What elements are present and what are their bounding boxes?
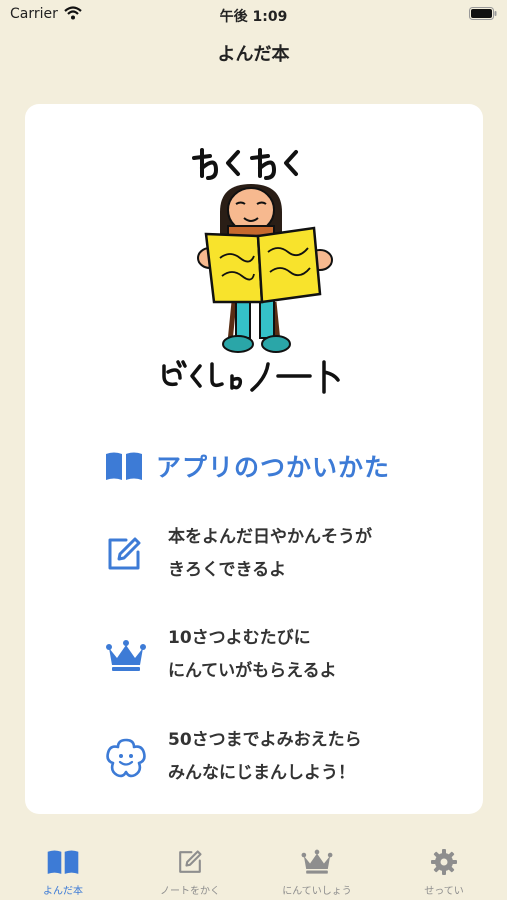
edit-note-icon (179, 850, 202, 873)
tab-label: せってい (424, 886, 464, 897)
tab-certificate[interactable]: にんていしょう (254, 848, 380, 897)
tab-label: ノートをかく (160, 886, 220, 897)
feature-line: 10さつよむたびに (168, 628, 311, 648)
smiling-flower-icon (106, 738, 146, 778)
tab-label: にんていしょう (282, 886, 352, 897)
tab-label: よんだ本 (43, 886, 83, 897)
page-title: よんだ本 (217, 44, 290, 65)
tab-bar: よんだ本 ノートをかく にんていしょう せってい (0, 838, 507, 900)
status-bar: Carrier 午後 1:09 (0, 0, 507, 30)
feature-item-record: 本をよんだ日やかんそうが きろくできるよ (168, 521, 372, 587)
feature-line: みんなにじまんしよう！ (168, 763, 355, 783)
logo-book (204, 232, 264, 304)
crown-icon (301, 849, 333, 874)
tab-settings[interactable]: せってい (381, 848, 507, 897)
howto-title: アプリのつかいかた (156, 453, 391, 482)
tab-write-note[interactable]: ノートをかく (127, 848, 253, 897)
tab-read-books[interactable]: よんだ本 (0, 848, 126, 897)
feature-item-share: 50さつまでよみおえたら みんなにじまんしよう！ (168, 724, 362, 790)
open-book-icon (106, 452, 142, 480)
clock-label: 午後 1:09 (219, 9, 288, 25)
feature-item-certificate: 10さつよむたびに にんていがもらえるよ (168, 622, 337, 688)
edit-note-icon (108, 537, 141, 570)
feature-line: 50さつまでよみおえたら (168, 730, 362, 750)
crown-icon (106, 640, 146, 671)
howto-header: アプリのつかいかた (104, 448, 390, 484)
logo-lettering-top (192, 148, 298, 180)
feature-line: 本をよんだ日やかんそうが (168, 527, 372, 547)
battery-icon (469, 7, 497, 20)
gear-icon (431, 849, 457, 875)
feature-line: きろくできるよ (168, 560, 287, 580)
open-book-icon (47, 850, 79, 874)
app-logo-illustration (162, 148, 340, 394)
logo-lettering-bottom (162, 360, 340, 394)
feature-line: にんていがもらえるよ (168, 661, 337, 681)
